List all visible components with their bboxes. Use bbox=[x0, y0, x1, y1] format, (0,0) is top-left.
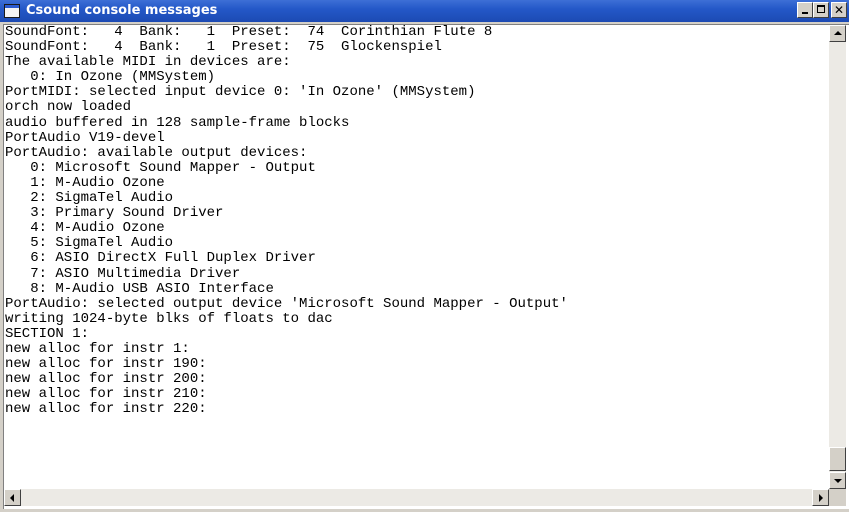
console-line: PortAudio V19-devel bbox=[5, 129, 165, 146]
vertical-scroll-thumb[interactable] bbox=[829, 447, 846, 471]
size-grip[interactable] bbox=[829, 489, 846, 506]
console-line: 0: Microsoft Sound Mapper - Output bbox=[5, 159, 316, 176]
console-line: 2: SigmaTel Audio bbox=[5, 190, 174, 207]
close-icon: ✕ bbox=[833, 3, 845, 17]
console-line: SoundFont: 4 Bank: 1 Preset: 75 Glockens… bbox=[5, 39, 442, 56]
console-line: PortAudio: selected output device 'Micro… bbox=[5, 295, 568, 312]
console-line: The available MIDI in devices are: bbox=[5, 54, 291, 71]
console-line: orch now loaded bbox=[5, 99, 132, 116]
console-line: PortMIDI: selected input device 0: 'In O… bbox=[5, 84, 476, 101]
console-line: SoundFont: 4 Bank: 1 Preset: 74 Corinthi… bbox=[5, 25, 493, 40]
console-line: SECTION 1: bbox=[5, 325, 90, 342]
console-line: writing 1024-byte blks of floats to dac bbox=[5, 310, 333, 327]
console-line: 7: ASIO Multimedia Driver bbox=[5, 265, 241, 282]
console-line: new alloc for instr 200: bbox=[5, 371, 207, 388]
scroll-right-button[interactable] bbox=[812, 489, 829, 506]
horizontal-scrollbar[interactable] bbox=[4, 489, 829, 506]
arrow-down-icon bbox=[834, 479, 842, 483]
console-line: new alloc for instr 190: bbox=[5, 356, 207, 373]
console-window: Csound console messages ✕ SoundFont: 4 B… bbox=[0, 0, 849, 512]
minimize-button[interactable] bbox=[797, 2, 813, 18]
maximize-icon bbox=[817, 5, 825, 13]
console-line: 1: M-Audio Ozone bbox=[5, 174, 165, 191]
console-line: 6: ASIO DirectX Full Duplex Driver bbox=[5, 250, 316, 267]
console-text-area[interactable]: SoundFont: 4 Bank: 1 Preset: 74 Corinthi… bbox=[4, 25, 829, 489]
maximize-button[interactable] bbox=[813, 2, 829, 18]
console-line: new alloc for instr 1: bbox=[5, 340, 190, 357]
scroll-left-button[interactable] bbox=[4, 489, 21, 506]
scroll-up-button[interactable] bbox=[829, 25, 846, 42]
window-title: Csound console messages bbox=[26, 3, 218, 18]
console-line: new alloc for instr 210: bbox=[5, 386, 207, 403]
console-line: 0: In Ozone (MMSystem) bbox=[5, 69, 216, 86]
arrow-up-icon bbox=[834, 31, 842, 35]
vertical-scrollbar[interactable] bbox=[829, 25, 846, 489]
console-line: 3: Primary Sound Driver bbox=[5, 205, 224, 222]
scroll-down-button[interactable] bbox=[829, 472, 846, 489]
console-line: 5: SigmaTel Audio bbox=[5, 235, 174, 252]
title-bar[interactable]: Csound console messages ✕ bbox=[0, 0, 849, 22]
arrow-left-icon bbox=[10, 494, 14, 502]
minimize-icon bbox=[802, 12, 808, 14]
console-line: 4: M-Audio Ozone bbox=[5, 220, 165, 237]
console-line: 8: M-Audio USB ASIO Interface bbox=[5, 280, 274, 297]
console-line: audio buffered in 128 sample-frame block… bbox=[5, 114, 350, 131]
console-window-icon[interactable] bbox=[4, 4, 20, 18]
console-line: new alloc for instr 220: bbox=[5, 401, 207, 418]
console-line: PortAudio: available output devices: bbox=[5, 144, 308, 161]
arrow-right-icon bbox=[819, 494, 823, 502]
close-button[interactable]: ✕ bbox=[831, 2, 847, 18]
